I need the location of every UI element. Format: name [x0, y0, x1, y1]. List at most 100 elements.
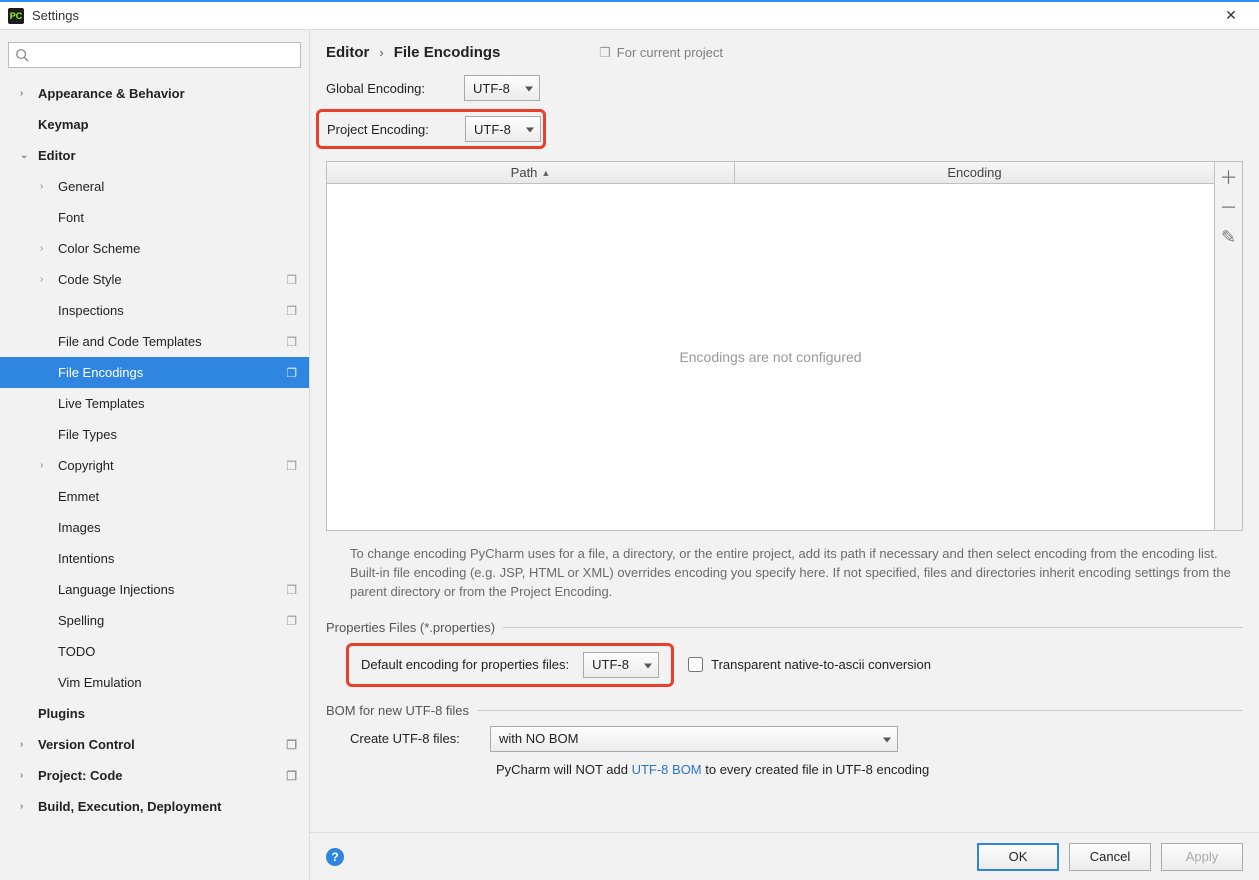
ok-button[interactable]: OK	[977, 843, 1059, 871]
chevron-icon: ›	[20, 801, 32, 812]
tree-item-file-encodings[interactable]: File Encodings❐	[0, 357, 309, 388]
tree-item-label: Code Style	[58, 272, 286, 287]
encoding-table[interactable]: Path ▲ Encoding Encodings are not config…	[326, 161, 1215, 531]
tree-item-label: Inspections	[58, 303, 286, 318]
tree-item-label: Version Control	[38, 737, 286, 752]
tree-item-color-scheme[interactable]: › Color Scheme	[0, 233, 309, 264]
transparent-ascii-checkbox[interactable]	[688, 657, 703, 672]
col-encoding[interactable]: Encoding	[735, 162, 1214, 183]
tree-item-version-control[interactable]: ›Version Control❐	[0, 729, 309, 760]
chevron-icon: ›	[20, 88, 32, 99]
project-scope-icon: ❐	[286, 335, 297, 349]
tree-item-copyright[interactable]: ›Copyright❐	[0, 450, 309, 481]
sidebar: › Appearance & Behavior Keymap ⌄Editor › Gene…	[0, 30, 310, 880]
app-icon: PC	[8, 8, 24, 24]
chevron-icon: ›	[40, 181, 52, 192]
tree-item-label: Keymap	[38, 117, 297, 132]
tree-item-file-and-code-templates[interactable]: File and Code Templates❐	[0, 326, 309, 357]
tree-item-label: File and Code Templates	[58, 334, 286, 349]
properties-encoding-dropdown[interactable]: UTF-8	[583, 652, 659, 678]
properties-section-label: Properties Files (*.properties)	[326, 620, 495, 635]
project-scope-icon: ❐	[286, 583, 297, 597]
tree-item-build-execution-deployment[interactable]: › Build, Execution, Deployment	[0, 791, 309, 822]
tree-item-code-style[interactable]: ›Code Style❐	[0, 264, 309, 295]
chevron-icon: ›	[40, 243, 52, 254]
tree-item-label: File Types	[58, 427, 297, 442]
project-encoding-dropdown[interactable]: UTF-8	[465, 116, 541, 142]
tree-item-font[interactable]: Font	[0, 202, 309, 233]
tree-item-label: Spelling	[58, 613, 286, 628]
create-utf8-dropdown[interactable]: with NO BOM	[490, 726, 898, 752]
settings-tree: › Appearance & Behavior Keymap ⌄Editor › Gene…	[0, 78, 309, 880]
content-pane: Editor › File Encodings ❐ For current pr…	[310, 30, 1259, 880]
for-current-project-label: ❐ For current project	[599, 45, 723, 61]
tree-item-label: Font	[58, 210, 297, 225]
window-title: Settings	[32, 8, 79, 23]
breadcrumb-file-encodings: File Encodings	[394, 44, 501, 61]
project-scope-icon: ❐	[286, 366, 297, 380]
edit-button[interactable]: ✎	[1215, 222, 1242, 252]
project-scope-icon: ❐	[286, 738, 297, 752]
project-encoding-label: Project Encoding:	[327, 122, 465, 137]
sort-asc-icon: ▲	[541, 168, 550, 178]
remove-button[interactable]: －	[1215, 192, 1242, 222]
tree-item-file-types[interactable]: File Types	[0, 419, 309, 450]
utf8-bom-link[interactable]: UTF-8 BOM	[632, 762, 702, 777]
bom-section-label: BOM for new UTF-8 files	[326, 703, 469, 718]
tree-item-general[interactable]: › General	[0, 171, 309, 202]
tree-item-plugins[interactable]: Plugins	[0, 698, 309, 729]
tree-item-language-injections[interactable]: Language Injections❐	[0, 574, 309, 605]
search-input[interactable]	[8, 42, 301, 68]
tree-item-live-templates[interactable]: Live Templates	[0, 388, 309, 419]
for-current-project-text: For current project	[617, 45, 723, 60]
tree-item-todo[interactable]: TODO	[0, 636, 309, 667]
apply-button[interactable]: Apply	[1161, 843, 1243, 871]
global-encoding-label: Global Encoding:	[326, 81, 464, 96]
project-scope-icon: ❐	[286, 459, 297, 473]
tree-item-label: Images	[58, 520, 297, 535]
chevron-icon: ›	[20, 770, 32, 781]
add-button[interactable]: ＋	[1215, 162, 1242, 192]
chevron-icon: ⌄	[20, 150, 32, 161]
tree-item-label: Color Scheme	[58, 241, 297, 256]
table-empty-state: Encodings are not configured	[327, 184, 1214, 530]
close-button[interactable]: ✕	[1211, 7, 1251, 24]
global-encoding-value: UTF-8	[473, 81, 510, 96]
tree-item-label: Appearance & Behavior	[38, 86, 297, 101]
tree-item-editor[interactable]: ⌄Editor	[0, 140, 309, 171]
tree-item-appearance-behavior[interactable]: › Appearance & Behavior	[0, 78, 309, 109]
project-scope-icon: ❐	[286, 769, 297, 783]
tree-item-label: Live Templates	[58, 396, 297, 411]
tree-item-keymap[interactable]: Keymap	[0, 109, 309, 140]
global-encoding-dropdown[interactable]: UTF-8	[464, 75, 540, 101]
tree-item-inspections[interactable]: Inspections❐	[0, 295, 309, 326]
tree-item-spelling[interactable]: Spelling❐	[0, 605, 309, 636]
properties-encoding-label: Default encoding for properties files:	[361, 657, 569, 672]
help-text: To change encoding PyCharm uses for a fi…	[310, 531, 1259, 612]
cancel-button[interactable]: Cancel	[1069, 843, 1151, 871]
divider	[477, 710, 1243, 711]
tree-item-label: TODO	[58, 644, 297, 659]
tree-item-label: File Encodings	[58, 365, 286, 380]
tree-item-images[interactable]: Images	[0, 512, 309, 543]
transparent-ascii-label[interactable]: Transparent native-to-ascii conversion	[711, 657, 931, 672]
breadcrumb: Editor › File Encodings ❐ For current pr…	[310, 30, 1259, 75]
button-bar: ? OK Cancel Apply	[310, 832, 1259, 880]
breadcrumb-editor[interactable]: Editor	[326, 44, 369, 61]
tree-item-project-code[interactable]: ›Project: Code❐	[0, 760, 309, 791]
tree-item-label: Vim Emulation	[58, 675, 297, 690]
tree-item-label: Build, Execution, Deployment	[38, 799, 297, 814]
col-path[interactable]: Path ▲	[327, 162, 735, 183]
tree-item-vim-emulation[interactable]: Vim Emulation	[0, 667, 309, 698]
tree-item-intentions[interactable]: Intentions	[0, 543, 309, 574]
help-icon[interactable]: ?	[326, 848, 344, 866]
project-icon: ❐	[599, 45, 611, 61]
tree-item-label: Emmet	[58, 489, 297, 504]
tree-item-emmet[interactable]: Emmet	[0, 481, 309, 512]
project-scope-icon: ❐	[286, 614, 297, 628]
chevron-icon: ›	[40, 274, 52, 285]
tree-item-label: General	[58, 179, 297, 194]
divider	[503, 627, 1243, 628]
tree-item-label: Language Injections	[58, 582, 286, 597]
bom-note: PyCharm will NOT add UTF-8 BOM to every …	[310, 758, 1259, 783]
